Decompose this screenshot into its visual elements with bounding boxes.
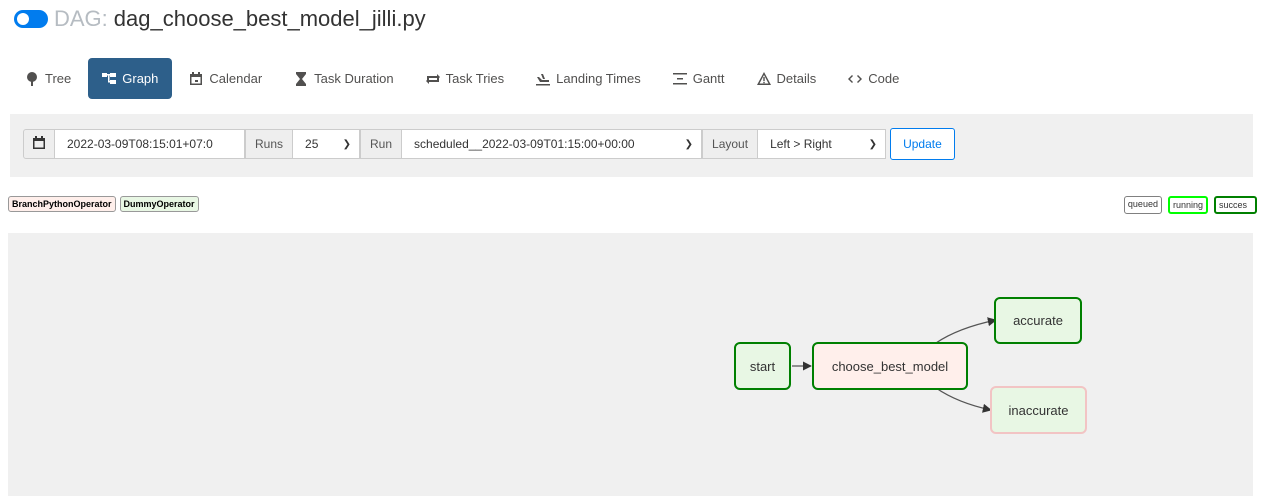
tab-task-tries-label: Task Tries bbox=[445, 71, 505, 86]
layout-select-value: Left > Right bbox=[770, 137, 832, 151]
task-node-inaccurate[interactable]: inaccurate bbox=[990, 386, 1087, 434]
layout-label: Layout bbox=[702, 129, 759, 159]
operator-legend: BranchPythonOperator DummyOperator bbox=[8, 196, 203, 212]
run-label: Run bbox=[360, 129, 403, 159]
tab-code[interactable]: Code bbox=[833, 58, 914, 99]
dag-label: DAG: bbox=[54, 6, 108, 31]
code-icon bbox=[848, 72, 863, 86]
state-legend: queued running succes bbox=[1118, 196, 1257, 214]
tab-task-duration[interactable]: Task Duration bbox=[279, 58, 408, 99]
legend-dummy-operator[interactable]: DummyOperator bbox=[119, 196, 199, 212]
chevron-down-icon: ❯ bbox=[342, 138, 352, 150]
tab-details-label: Details bbox=[776, 71, 817, 86]
tab-task-tries[interactable]: Task Tries bbox=[411, 58, 520, 99]
edge-choose-accurate bbox=[935, 317, 997, 344]
warning-icon bbox=[756, 71, 771, 86]
state-success[interactable]: succes bbox=[1214, 196, 1257, 214]
tab-landing-times-label: Landing Times bbox=[556, 71, 641, 86]
execution-date-input[interactable]: 2022-03-09T08:15:01+07:0 bbox=[55, 129, 245, 159]
calendar-icon bbox=[189, 71, 203, 86]
page-title: DAG: dag_choose_best_model_jilli.py bbox=[8, 3, 426, 35]
layout-select[interactable]: Left > Right ❯ bbox=[758, 129, 887, 159]
tab-gantt-label: Gantt bbox=[692, 71, 725, 86]
task-node-accurate[interactable]: accurate bbox=[994, 297, 1082, 344]
graph-icon bbox=[102, 72, 117, 86]
dag-graph-canvas[interactable]: start choose_best_model accurate inaccur… bbox=[8, 233, 1253, 496]
tab-graph[interactable]: Graph bbox=[88, 58, 173, 99]
state-running[interactable]: running bbox=[1167, 196, 1208, 214]
run-select[interactable]: scheduled__2022-03-09T01:15:00+00:00 ❯ bbox=[402, 129, 703, 159]
tab-code-label: Code bbox=[868, 71, 900, 86]
tab-tree-label: Tree bbox=[45, 71, 72, 86]
runs-label: Runs bbox=[245, 129, 294, 159]
run-select-value: scheduled__2022-03-09T01:15:00+00:00 bbox=[414, 137, 635, 151]
tab-gantt[interactable]: Gantt bbox=[658, 58, 740, 99]
chevron-down-icon: ❯ bbox=[868, 138, 878, 150]
hourglass-icon bbox=[294, 71, 308, 86]
tab-calendar-label: Calendar bbox=[209, 71, 263, 86]
runs-select[interactable]: 25 ❯ bbox=[293, 129, 361, 159]
edge-choose-inaccurate bbox=[935, 387, 992, 413]
view-nav: Tree Graph Calendar Task Duration Task T… bbox=[10, 58, 916, 99]
dag-name: dag_choose_best_model_jilli.py bbox=[113, 6, 426, 31]
calendar-icon bbox=[32, 135, 46, 153]
task-node-start[interactable]: start bbox=[734, 342, 791, 390]
tab-graph-label: Graph bbox=[122, 71, 159, 86]
tab-task-duration-label: Task Duration bbox=[314, 71, 394, 86]
calendar-picker-button[interactable] bbox=[23, 129, 55, 159]
tab-landing-times[interactable]: Landing Times bbox=[521, 58, 656, 99]
tab-details[interactable]: Details bbox=[742, 58, 832, 99]
graph-edges bbox=[792, 317, 997, 413]
task-node-choose-best-model[interactable]: choose_best_model bbox=[812, 342, 968, 390]
update-button[interactable]: Update bbox=[890, 128, 955, 160]
retry-icon bbox=[425, 72, 440, 86]
state-queued[interactable]: queued bbox=[1123, 196, 1162, 214]
chevron-down-icon: ❯ bbox=[684, 138, 694, 150]
tab-tree[interactable]: Tree bbox=[10, 58, 86, 99]
landing-icon bbox=[536, 72, 551, 86]
tab-calendar[interactable]: Calendar bbox=[174, 58, 277, 99]
gantt-icon bbox=[672, 72, 687, 86]
dag-pause-toggle[interactable] bbox=[14, 10, 48, 28]
tree-icon bbox=[25, 71, 39, 86]
legend-branch-python-operator[interactable]: BranchPythonOperator bbox=[8, 196, 116, 212]
graph-controls: 2022-03-09T08:15:01+07:0 Runs 25 ❯ Run s… bbox=[10, 114, 1253, 177]
runs-select-value: 25 bbox=[305, 137, 319, 151]
